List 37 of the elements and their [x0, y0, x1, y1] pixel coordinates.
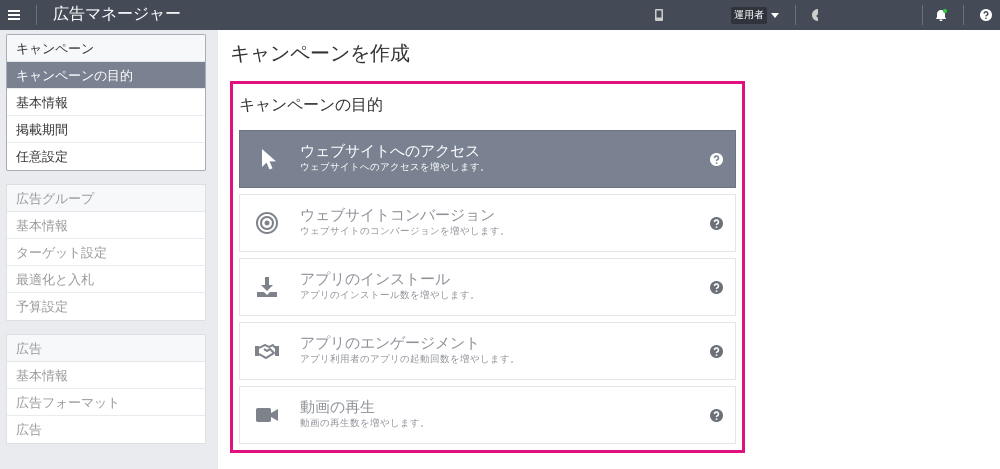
target-icon: [254, 210, 280, 236]
objective-option[interactable]: アプリのインストール アプリのインストール数を増やします。: [239, 258, 736, 316]
option-description: 動画の再生数を増やします。: [300, 416, 431, 431]
sidebar-item[interactable]: 基本情報: [7, 89, 205, 116]
mobile-icon[interactable]: [655, 9, 663, 21]
help-icon[interactable]: [710, 280, 723, 294]
section-heading: キャンペーンの目的: [239, 96, 384, 116]
help-icon[interactable]: [710, 152, 723, 166]
objective-option[interactable]: アプリのエンゲージメント アプリ利用者のアプリの起動回数を増やします。: [239, 322, 736, 380]
option-title: アプリのインストール: [300, 270, 451, 289]
sidebar-item[interactable]: キャンペーンの目的: [7, 62, 205, 89]
objective-option[interactable]: ウェブサイトへのアクセス ウェブサイトへのアクセスを増やします。: [239, 130, 736, 188]
menu-icon[interactable]: [8, 10, 20, 20]
objective-option[interactable]: 動画の再生 動画の再生数を増やします。: [239, 386, 736, 444]
option-title: アプリのエンゲージメント: [300, 334, 481, 353]
objective-option[interactable]: ウェブサイトコンバージョン ウェブサイトのコンバージョンを増やします。: [239, 194, 736, 252]
help-icon[interactable]: [980, 9, 992, 21]
help-icon[interactable]: [710, 408, 723, 422]
download-icon: [254, 274, 280, 300]
option-title: 動画の再生: [300, 398, 376, 417]
option-description: アプリのインストール数を増やします。: [300, 288, 481, 303]
app-title: 広告マネージャー: [53, 4, 181, 25]
sidebar-item[interactable]: 掲載期間: [7, 116, 205, 143]
caret-icon: [771, 12, 779, 18]
bell-icon[interactable]: [935, 9, 947, 21]
option-description: ウェブサイトのコンバージョンを増やします。: [300, 224, 511, 239]
option-title: ウェブサイトへのアクセス: [300, 142, 481, 161]
option-title: ウェブサイトコンバージョン: [300, 206, 496, 225]
sidebar-header: 広告グループ: [7, 185, 205, 212]
option-description: ウェブサイトへのアクセスを増やします。: [300, 160, 491, 175]
sidebar-header: キャンペーン: [7, 35, 205, 62]
page-title: キャンペーンを作成: [230, 42, 411, 66]
sidebar-item[interactable]: 任意設定: [7, 143, 205, 170]
sidebar-header: 広告: [7, 335, 205, 362]
help-icon[interactable]: [710, 216, 723, 230]
option-description: アプリ利用者のアプリの起動回数を増やします。: [300, 352, 521, 367]
help-icon[interactable]: [710, 344, 723, 358]
